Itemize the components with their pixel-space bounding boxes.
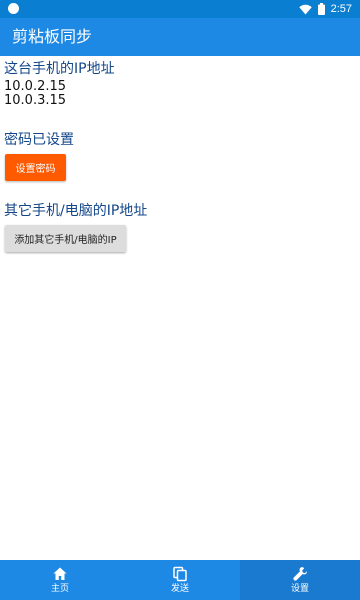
ip-address-item: 10.0.3.15 xyxy=(4,93,67,108)
notification-dot-icon xyxy=(8,3,19,14)
nav-item-settings[interactable]: 设置 xyxy=(240,560,360,600)
copy-icon xyxy=(173,566,187,581)
main-content: 这台手机的IP地址 10.0.2.15 10.0.3.15 密码已设置 设置密码… xyxy=(0,56,360,560)
bottom-navigation: 主页 发送 设置 xyxy=(0,560,360,600)
status-time: 2:57 xyxy=(330,3,352,15)
wifi-icon xyxy=(298,4,312,14)
password-status-text: 密码已设置 xyxy=(4,132,74,148)
nav-item-send[interactable]: 发送 xyxy=(120,560,240,600)
set-password-button[interactable]: 设置密码 xyxy=(5,154,66,181)
home-icon xyxy=(53,567,67,580)
nav-label-send: 发送 xyxy=(170,583,189,594)
this-device-ip-heading: 这台手机的IP地址 xyxy=(4,61,115,77)
add-other-device-ip-button[interactable]: 添加其它手机/电脑的IP xyxy=(5,225,126,252)
app-title: 剪粘板同步 xyxy=(12,27,93,46)
status-right-group: 2:57 xyxy=(298,0,352,18)
other-devices-ip-heading: 其它手机/电脑的IP地址 xyxy=(4,203,148,219)
nav-label-settings: 设置 xyxy=(290,583,309,594)
nav-item-home[interactable]: 主页 xyxy=(0,560,120,600)
app-bar: 剪粘板同步 xyxy=(0,18,360,56)
battery-icon xyxy=(317,3,325,15)
nav-label-home: 主页 xyxy=(50,583,69,594)
wrench-icon xyxy=(293,566,307,581)
status-bar: 2:57 xyxy=(0,0,360,18)
